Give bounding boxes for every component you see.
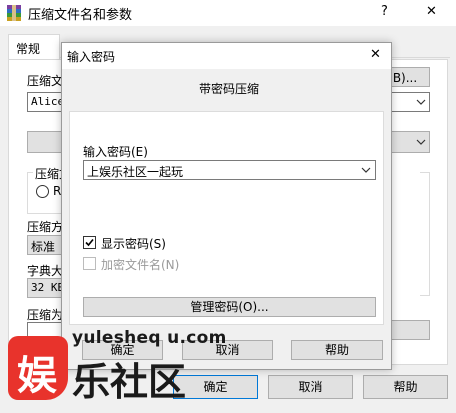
watermark-brand: 乐社区 — [72, 360, 187, 404]
chevron-down-icon — [361, 167, 371, 173]
title-bar: 压缩文件名和参数 ? ✕ — [0, 0, 456, 26]
main-ok-button-label: 确定 — [203, 380, 228, 394]
password-input[interactable]: 上娱乐社区一起玩 — [83, 160, 376, 180]
close-button[interactable]: ✕ — [426, 4, 437, 19]
format-radio[interactable] — [36, 185, 49, 198]
method-value: 标准 — [31, 240, 56, 254]
dialog-title-bar: 输入密码 ✕ — [62, 43, 391, 69]
watermark: yulesheq u.com 娱 乐社区 — [6, 326, 226, 406]
main-help-button[interactable]: 帮助 — [363, 375, 448, 399]
options-groupbox-edge — [420, 172, 430, 296]
main-cancel-button[interactable]: 取消 — [268, 375, 353, 399]
window-title: 压缩文件名和参数 — [28, 8, 133, 23]
dialog-heading: 带密码压缩 — [199, 82, 260, 96]
watermark-logo-icon: 娱 — [8, 336, 68, 400]
help-button[interactable]: ? — [381, 4, 388, 19]
manage-passwords-button[interactable]: 管理密码(O)... — [83, 297, 376, 317]
dialog-title: 输入密码 — [67, 50, 116, 64]
method-label: 压缩方 — [27, 220, 64, 234]
password-dialog: 输入密码 ✕ 带密码压缩 输入密码(E) 上娱乐社区一起玩 显示密码(S) 加密… — [61, 42, 392, 370]
manage-passwords-button-label: 管理密码(O)... — [190, 300, 269, 314]
dialog-close-button[interactable]: ✕ — [370, 47, 381, 62]
split-label: 压缩为 — [27, 308, 64, 322]
encrypt-filenames-checkbox[interactable] — [83, 257, 96, 270]
tab-general[interactable]: 常规 — [8, 34, 60, 60]
dialog-content-panel: 输入密码(E) 上娱乐社区一起玩 显示密码(S) 加密文件名(N) 管理密码(O… — [69, 111, 384, 325]
chevron-down-icon — [416, 99, 426, 105]
watermark-url: yulesheq u.com — [72, 328, 227, 348]
dictionary-value: 32 KB — [31, 281, 65, 294]
main-help-button-label: 帮助 — [393, 380, 418, 394]
password-label: 输入密码(E) — [83, 145, 148, 159]
tab-general-label: 常规 — [16, 42, 41, 56]
main-cancel-button-label: 取消 — [298, 380, 323, 394]
chevron-down-icon — [416, 139, 426, 145]
dictionary-label: 字典大 — [27, 264, 64, 278]
winrar-app-icon — [5, 4, 23, 22]
archive-name-label: 压缩文 — [27, 74, 64, 88]
show-password-label: 显示密码(S) — [101, 237, 166, 251]
encrypt-filenames-label: 加密文件名(N) — [101, 258, 180, 272]
watermark-icon-char: 娱 — [17, 353, 57, 399]
checkmark-icon — [85, 238, 94, 247]
dialog-help-button-label: 帮助 — [324, 343, 349, 357]
password-value: 上娱乐社区一起玩 — [87, 165, 184, 179]
show-password-checkbox[interactable] — [83, 236, 96, 249]
dialog-help-button[interactable]: 帮助 — [291, 340, 383, 360]
browse-button-label: B)... — [392, 71, 418, 85]
